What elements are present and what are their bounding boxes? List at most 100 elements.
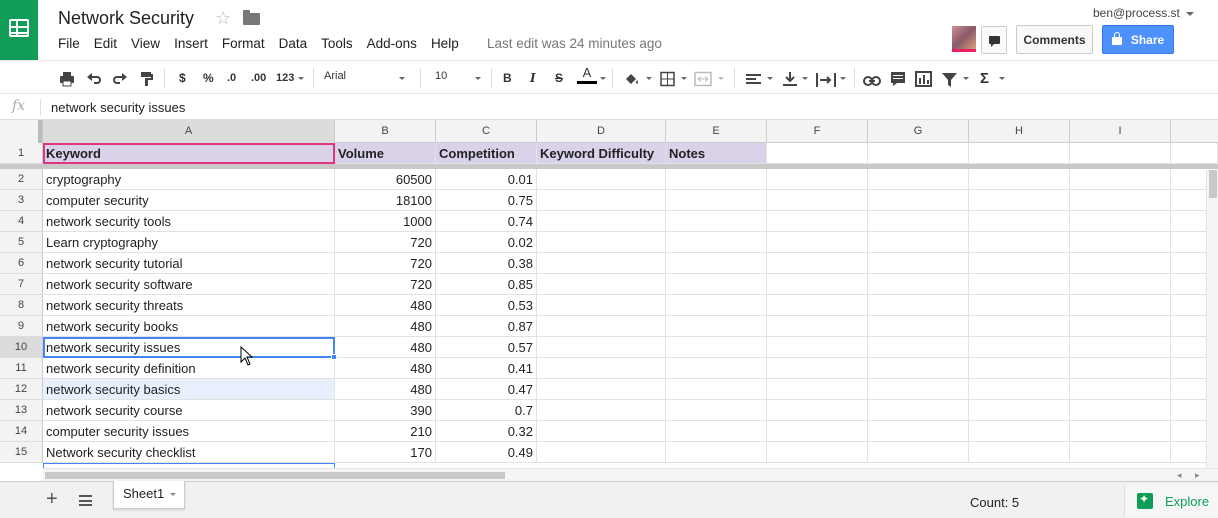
cell-keyword[interactable]: network security basics <box>43 379 335 400</box>
horizontal-scroll-thumb[interactable] <box>45 472 505 479</box>
fill-color-icon[interactable] <box>623 69 641 89</box>
grid-cell[interactable] <box>767 442 868 463</box>
grid-cell[interactable] <box>537 232 666 253</box>
grid-cell[interactable] <box>767 295 868 316</box>
cell-keyword[interactable]: Learn cryptography <box>43 232 335 253</box>
grid-cell[interactable] <box>1070 211 1171 232</box>
row-header[interactable]: 5 <box>0 232 43 253</box>
text-wrap-icon[interactable] <box>816 70 836 90</box>
cell-volume[interactable]: 390 <box>335 400 436 421</box>
grid-cell[interactable] <box>868 442 969 463</box>
cell-competition[interactable]: 0.57 <box>436 337 537 358</box>
cell-volume[interactable]: 1000 <box>335 211 436 232</box>
grid-cell[interactable] <box>767 421 868 442</box>
cell-volume[interactable]: 18100 <box>335 190 436 211</box>
grid-cell[interactable] <box>969 316 1070 337</box>
chevron-down-icon[interactable] <box>600 77 606 80</box>
horizontal-scrollbar[interactable]: ◂ ▸ <box>43 468 1218 481</box>
cell-competition[interactable]: 0.53 <box>436 295 537 316</box>
sheets-logo-icon[interactable] <box>0 0 38 60</box>
row-header[interactable]: 12 <box>0 379 43 400</box>
chevron-down-icon[interactable] <box>170 493 177 497</box>
text-color-button[interactable]: A <box>577 65 597 85</box>
grid-cell[interactable] <box>666 316 767 337</box>
grid-cell[interactable] <box>767 190 868 211</box>
menu-insert[interactable]: Insert <box>174 36 208 51</box>
grid-cell[interactable] <box>767 274 868 295</box>
grid-cell[interactable] <box>868 211 969 232</box>
grid-cell[interactable] <box>868 421 969 442</box>
chevron-down-icon[interactable] <box>999 77 1005 80</box>
grid-cell[interactable] <box>767 169 868 190</box>
grid-cell[interactable] <box>767 143 868 164</box>
grid-cell[interactable] <box>969 232 1070 253</box>
grid-cell[interactable] <box>868 232 969 253</box>
cell-volume[interactable]: 210 <box>335 421 436 442</box>
grid-cell[interactable] <box>537 211 666 232</box>
chevron-down-icon[interactable] <box>767 77 773 80</box>
grid-cell[interactable] <box>767 400 868 421</box>
sheet-tab[interactable]: Sheet1 <box>113 481 185 509</box>
formula-input[interactable]: network security issues <box>51 100 185 115</box>
chevron-down-icon[interactable] <box>475 77 481 80</box>
row-header[interactable]: 6 <box>0 253 43 274</box>
grid-cell[interactable] <box>537 337 666 358</box>
percent-format-button[interactable]: % <box>203 68 214 88</box>
grid-cell[interactable] <box>969 190 1070 211</box>
cell-keyword[interactable]: network security threats <box>43 295 335 316</box>
grid-cell[interactable] <box>767 253 868 274</box>
grid-cell[interactable] <box>767 358 868 379</box>
cell-volume[interactable]: 480 <box>335 316 436 337</box>
chevron-down-icon[interactable] <box>646 77 652 80</box>
grid-cell[interactable] <box>666 442 767 463</box>
column-header-h[interactable]: H <box>969 120 1070 143</box>
bold-button[interactable]: B <box>503 68 512 88</box>
undo-icon[interactable] <box>86 69 102 89</box>
cell-keyword[interactable]: network security tools <box>43 211 335 232</box>
header-cell-volume[interactable]: Volume <box>335 143 436 164</box>
grid-cell[interactable] <box>537 295 666 316</box>
cell-volume[interactable]: 480 <box>335 358 436 379</box>
column-header-b[interactable]: B <box>335 120 436 143</box>
currency-format-button[interactable]: $ <box>179 68 186 88</box>
chat-button[interactable] <box>981 26 1007 54</box>
cell-competition[interactable]: 0.75 <box>436 190 537 211</box>
cell-volume[interactable]: 60500 <box>335 169 436 190</box>
font-size-select[interactable]: 10 <box>435 70 447 82</box>
grid-cell[interactable] <box>666 190 767 211</box>
grid-cell[interactable] <box>666 274 767 295</box>
row-header[interactable]: 10 <box>0 337 43 358</box>
grid-cell[interactable] <box>767 211 868 232</box>
grid-cell[interactable] <box>868 400 969 421</box>
grid-cell[interactable] <box>537 421 666 442</box>
grid-cell[interactable] <box>969 400 1070 421</box>
chevron-down-icon[interactable] <box>802 77 808 80</box>
folder-icon[interactable] <box>243 10 260 25</box>
cell-competition[interactable]: 0.38 <box>436 253 537 274</box>
menu-help[interactable]: Help <box>431 36 459 51</box>
grid-cell[interactable] <box>767 232 868 253</box>
grid-cell[interactable] <box>868 143 969 164</box>
explore-button[interactable]: Explore <box>1124 485 1218 517</box>
column-header-g[interactable]: G <box>868 120 969 143</box>
cell-competition[interactable]: 0.87 <box>436 316 537 337</box>
grid-cell[interactable] <box>537 169 666 190</box>
row-header[interactable]: 7 <box>0 274 43 295</box>
grid-cell[interactable] <box>868 316 969 337</box>
cell-volume[interactable]: 720 <box>335 274 436 295</box>
header-cell-notes[interactable]: Notes <box>666 143 767 164</box>
grid-cell[interactable] <box>969 143 1070 164</box>
grid-cell[interactable] <box>666 421 767 442</box>
grid-cell[interactable] <box>969 211 1070 232</box>
print-icon[interactable] <box>59 69 75 89</box>
grid-cell[interactable] <box>537 358 666 379</box>
cell-competition[interactable]: 0.85 <box>436 274 537 295</box>
header-cell-keyword-difficulty[interactable]: Keyword Difficulty <box>537 143 666 164</box>
cell-keyword[interactable]: network security tutorial <box>43 253 335 274</box>
add-sheet-icon[interactable]: + <box>46 488 58 511</box>
cell-competition[interactable]: 0.74 <box>436 211 537 232</box>
grid-cell[interactable] <box>767 379 868 400</box>
cell-competition[interactable]: 0.49 <box>436 442 537 463</box>
header-cell-keyword[interactable]: Keyword <box>43 143 335 164</box>
menu-view[interactable]: View <box>131 36 160 51</box>
